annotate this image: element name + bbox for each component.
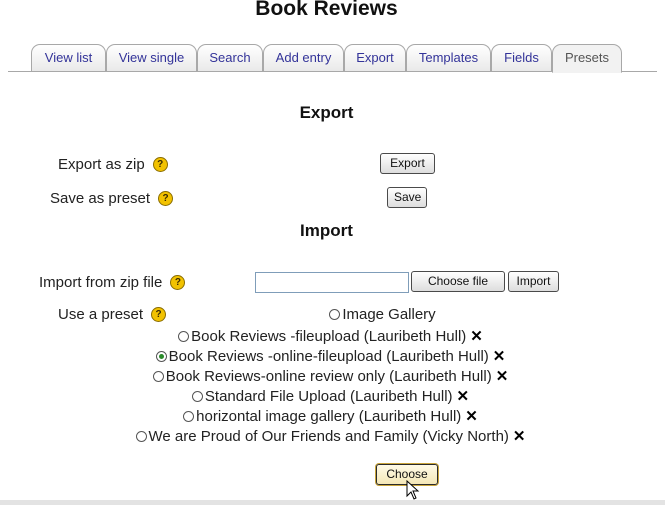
tab-templates[interactable]: Templates [406,44,491,71]
delete-icon[interactable]: ✕ [470,328,483,345]
preset-option[interactable]: Book Reviews -online-fileupload (Lauribe… [4,347,657,365]
export-zip-label-text: Export as zip [58,156,145,173]
help-icon[interactable]: ? [152,156,168,172]
mouse-cursor-icon [406,480,420,500]
radio-button[interactable] [191,390,203,402]
tab-presets[interactable]: Presets [552,44,622,73]
radio-button[interactable] [152,370,164,382]
import-heading: Import [300,221,353,240]
tab-bar: View list View single Search Add entry E… [0,44,665,73]
tab-view-list[interactable]: View list [31,44,106,71]
export-heading: Export [299,103,354,122]
preset-option[interactable]: horizontal image gallery (Lauribeth Hull… [4,407,657,425]
radio-button[interactable] [135,430,147,442]
help-icon[interactable]: ? [158,190,174,206]
preset-label: Image Gallery [342,306,436,323]
save-preset-label: Save as preset? [50,190,174,207]
import-zip-label-text: Import from zip file [39,274,163,291]
preset-label: We are Proud of Our Friends and Family (… [148,428,509,445]
preset-label: Standard File Upload (Lauribeth Hull) [204,388,453,405]
preset-option[interactable]: Standard File Upload (Lauribeth Hull) ✕ [4,387,657,405]
preset-label: Book Reviews -fileupload (Lauribeth Hull… [191,328,467,345]
help-icon[interactable]: ? [170,274,186,290]
preset-option[interactable]: Book Reviews -fileupload (Lauribeth Hull… [4,327,657,345]
bottom-edge [0,500,665,505]
preset-label: Book Reviews -online-fileupload (Lauribe… [168,348,489,365]
tab-search[interactable]: Search [197,44,263,71]
tab-view-single[interactable]: View single [106,44,197,71]
preset-option[interactable]: Book Reviews-online review only (Lauribe… [4,367,657,385]
page-title: Book Reviews [255,0,398,20]
delete-icon[interactable]: ✕ [496,368,509,385]
export-button[interactable]: Export [380,153,435,174]
delete-icon[interactable]: ✕ [493,348,506,365]
radio-button[interactable] [329,308,341,320]
file-path-input[interactable] [255,272,409,293]
import-zip-label: Import from zip file? [39,274,186,291]
preset-label: horizontal image gallery (Lauribeth Hull… [196,408,462,425]
radio-button[interactable] [178,330,190,342]
radio-button-selected[interactable] [155,350,167,362]
delete-icon[interactable]: ✕ [513,428,526,445]
preset-option[interactable]: Image Gallery [56,306,665,323]
choose-file-button[interactable]: Choose file [411,271,505,292]
preset-option[interactable]: We are Proud of Our Friends and Family (… [4,427,657,445]
save-preset-label-text: Save as preset [50,190,151,207]
tab-fields[interactable]: Fields [491,44,552,71]
delete-icon[interactable]: ✕ [465,408,478,425]
tab-add-entry[interactable]: Add entry [263,44,344,71]
tab-export[interactable]: Export [344,44,406,71]
preset-label: Book Reviews-online review only (Lauribe… [165,368,492,385]
save-button[interactable]: Save [387,187,427,208]
export-zip-label: Export as zip? [58,156,168,173]
delete-icon[interactable]: ✕ [457,388,470,405]
radio-button[interactable] [183,410,195,422]
import-button[interactable]: Import [508,271,559,292]
